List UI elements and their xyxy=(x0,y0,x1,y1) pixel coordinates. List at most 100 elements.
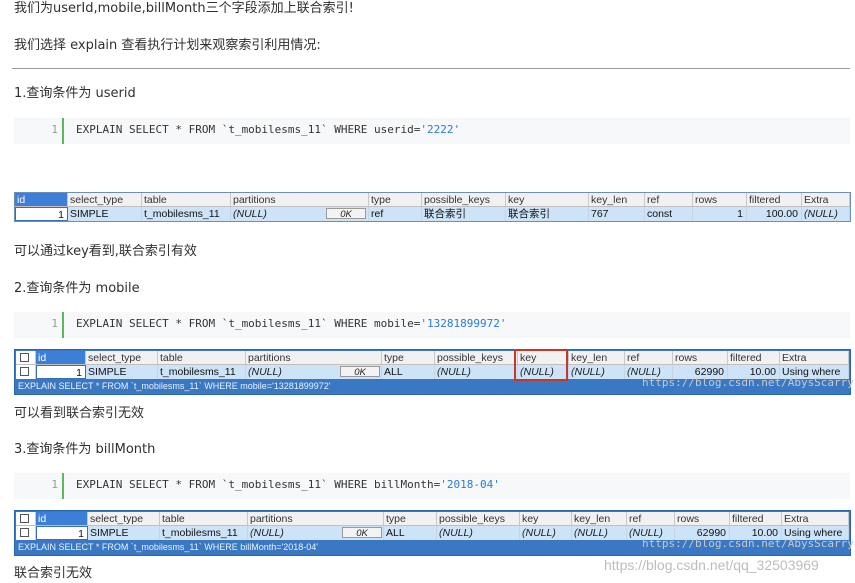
col-header-partitions[interactable]: partitions xyxy=(246,351,382,365)
col-header-filtered[interactable]: filtered xyxy=(728,351,780,365)
select-all-checkbox[interactable] xyxy=(20,514,29,523)
col-header-partitions[interactable]: partitions xyxy=(231,193,369,207)
col-header-rows[interactable]: rows xyxy=(673,351,728,365)
col-header-rows[interactable]: rows xyxy=(675,512,730,526)
watermark-inner: https://blog.csdn.net/AbysScarry xyxy=(642,537,854,550)
code-line-number: 1 xyxy=(51,478,58,491)
col-header-id[interactable]: id xyxy=(36,512,88,526)
cell-partitions[interactable]: (NULL) 0K xyxy=(248,526,384,540)
cell-table[interactable]: t_mobilesms_11 xyxy=(158,365,246,379)
section-1-note: 可以通过key看到,联合索引有效 xyxy=(14,244,197,259)
cell-select-type[interactable]: SIMPLE xyxy=(88,526,160,540)
row-checkbox[interactable] xyxy=(20,528,29,537)
grid-header-row: id select_type table partitions type pos… xyxy=(15,193,850,207)
col-header-ref[interactable]: ref xyxy=(625,351,673,365)
section-2-heading: 2.查询条件为 mobile xyxy=(14,281,140,296)
cell-select-type[interactable]: SIMPLE xyxy=(68,207,142,221)
col-header-filtered[interactable]: filtered xyxy=(747,193,802,207)
col-header-id[interactable]: id xyxy=(15,193,68,207)
col-header-select-type[interactable]: select_type xyxy=(68,193,142,207)
row-checkbox[interactable] xyxy=(20,367,29,376)
cell-partitions[interactable]: (NULL) 0K xyxy=(246,365,382,379)
cell-key-len[interactable]: (NULL) xyxy=(569,365,625,379)
code-line-number: 1 xyxy=(51,317,58,330)
section-2-code-block: 1 EXPLAIN SELECT * FROM `t_mobilesms_11`… xyxy=(14,312,850,338)
col-header-checkbox[interactable] xyxy=(16,351,36,365)
select-all-checkbox[interactable] xyxy=(20,353,29,362)
col-header-possible-keys[interactable]: possible_keys xyxy=(422,193,506,207)
cell-key-len[interactable]: 767 xyxy=(589,207,645,221)
col-header-table[interactable]: table xyxy=(142,193,231,207)
cell-possible-keys[interactable]: (NULL) xyxy=(435,365,518,379)
code-text: EXPLAIN SELECT * FROM `t_mobilesms_11` W… xyxy=(76,478,500,491)
section-3-code-block: 1 EXPLAIN SELECT * FROM `t_mobilesms_11`… xyxy=(14,473,850,499)
row-checkbox-cell[interactable] xyxy=(16,526,36,540)
col-header-select-type[interactable]: select_type xyxy=(86,351,158,365)
ok-button[interactable]: 0K xyxy=(342,527,382,539)
watermark-inner: https://blog.csdn.net/AbysScarry xyxy=(642,376,854,389)
cell-table[interactable]: t_mobilesms_11 xyxy=(142,207,231,221)
section-3-heading: 3.查询条件为 billMonth xyxy=(14,442,156,457)
col-header-filtered[interactable]: filtered xyxy=(730,512,782,526)
cell-rows[interactable]: 1 xyxy=(693,207,747,221)
cell-key-len[interactable]: (NULL) xyxy=(572,526,627,540)
code-text: EXPLAIN SELECT * FROM `t_mobilesms_11` W… xyxy=(76,317,507,330)
col-header-ref[interactable]: ref xyxy=(627,512,675,526)
section-2-note: 可以看到联合索引无效 xyxy=(14,406,145,421)
ok-button[interactable]: 0K xyxy=(340,366,380,378)
ok-button[interactable]: 0K xyxy=(326,208,366,220)
col-header-extra[interactable]: Extra xyxy=(780,351,849,365)
divider xyxy=(12,68,850,69)
cell-extra[interactable]: (NULL) xyxy=(802,207,850,221)
col-header-type[interactable]: type xyxy=(369,193,422,207)
cell-filtered[interactable]: 100.00 xyxy=(747,207,802,221)
section-1-heading: 1.查询条件为 userid xyxy=(14,86,136,101)
code-gutter-bar xyxy=(62,118,64,144)
cell-possible-keys[interactable]: 联合索引 xyxy=(422,207,506,221)
col-header-key-len[interactable]: key_len xyxy=(572,512,627,526)
code-text: EXPLAIN SELECT * FROM `t_mobilesms_11` W… xyxy=(76,123,461,136)
section-1-code-block: 1 EXPLAIN SELECT * FROM `t_mobilesms_11`… xyxy=(14,118,850,144)
cell-partitions[interactable]: (NULL) 0K xyxy=(231,207,369,221)
col-header-key-len[interactable]: key_len xyxy=(569,351,625,365)
cell-id[interactable]: 1 xyxy=(15,207,68,221)
col-header-possible-keys[interactable]: possible_keys xyxy=(437,512,520,526)
cell-select-type[interactable]: SIMPLE xyxy=(86,365,158,379)
cell-key[interactable]: (NULL) xyxy=(520,526,572,540)
col-header-type[interactable]: type xyxy=(384,512,437,526)
cell-type[interactable]: ALL xyxy=(382,365,435,379)
col-header-key[interactable]: key xyxy=(506,193,589,207)
col-header-extra[interactable]: Extra xyxy=(802,193,850,207)
grid-header-row: id select_type table partitions type pos… xyxy=(16,351,849,365)
col-header-key-len[interactable]: key_len xyxy=(589,193,645,207)
col-header-rows[interactable]: rows xyxy=(693,193,747,207)
cell-key[interactable]: 联合索引 xyxy=(506,207,589,221)
col-header-ref[interactable]: ref xyxy=(645,193,693,207)
result-grid-1: id select_type table partitions type pos… xyxy=(14,192,851,222)
cell-type[interactable]: ref xyxy=(369,207,422,221)
cell-possible-keys[interactable]: (NULL) xyxy=(437,526,520,540)
col-header-key[interactable]: key xyxy=(520,512,572,526)
col-header-type[interactable]: type xyxy=(382,351,435,365)
cell-id[interactable]: 1 xyxy=(36,365,86,379)
key-highlight-box xyxy=(514,349,568,381)
col-header-table[interactable]: table xyxy=(158,351,246,365)
col-header-checkbox[interactable] xyxy=(16,512,36,526)
col-header-partitions[interactable]: partitions xyxy=(248,512,384,526)
code-line-number: 1 xyxy=(51,123,58,136)
grid-data-row[interactable]: 1 SIMPLE t_mobilesms_11 (NULL) 0K ref 联合索… xyxy=(15,207,850,221)
cell-type[interactable]: ALL xyxy=(384,526,437,540)
col-header-select-type[interactable]: select_type xyxy=(88,512,160,526)
watermark-outer: https://blog.csdn.net/qq_32503969 xyxy=(604,557,819,573)
col-header-possible-keys[interactable]: possible_keys xyxy=(435,351,518,365)
row-checkbox-cell[interactable] xyxy=(16,365,36,379)
col-header-extra[interactable]: Extra xyxy=(782,512,849,526)
cell-id[interactable]: 1 xyxy=(36,526,88,540)
intro-line-2: 我们选择 explain 查看执行计划来观察索引利用情况: xyxy=(14,38,321,53)
cell-table[interactable]: t_mobilesms_11 xyxy=(160,526,248,540)
cell-ref[interactable]: const xyxy=(645,207,693,221)
col-header-table[interactable]: table xyxy=(160,512,248,526)
intro-line-1: 我们为userId,mobile,billMonth三个字段添加上联合索引! xyxy=(14,1,354,16)
section-3-note: 联合索引无效 xyxy=(14,566,93,581)
col-header-id[interactable]: id xyxy=(36,351,86,365)
